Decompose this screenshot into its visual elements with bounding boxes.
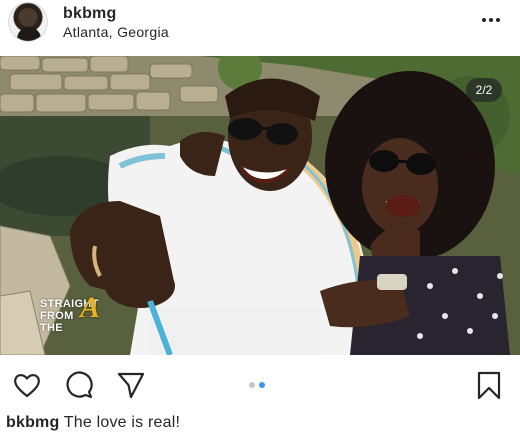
carousel-dot-2[interactable] — [259, 382, 265, 388]
caption-text: The love is real! — [59, 414, 181, 431]
post-image[interactable]: 2/2 STRAIGHT FROM THE A — [0, 56, 520, 355]
post-actions — [0, 360, 520, 410]
post-caption: bkbmg The love is real! — [6, 414, 180, 432]
avatar[interactable] — [8, 2, 48, 42]
image-counter-badge: 2/2 — [466, 78, 502, 102]
post-location[interactable]: Atlanta, Georgia — [63, 24, 169, 40]
watermark-logo: A — [80, 291, 101, 324]
bookmark-icon[interactable] — [474, 370, 504, 400]
carousel-indicator — [249, 382, 265, 388]
paper-plane-icon[interactable] — [116, 370, 146, 400]
post-header: bkbmg Atlanta, Georgia — [0, 0, 520, 56]
comment-icon[interactable] — [64, 370, 94, 400]
caption-username[interactable]: bkbmg — [6, 414, 59, 431]
heart-icon[interactable] — [12, 370, 42, 400]
carousel-dot-1[interactable] — [249, 382, 255, 388]
watermark: STRAIGHT FROM THE A — [40, 291, 101, 335]
more-options-icon[interactable] — [480, 10, 502, 30]
post-username[interactable]: bkbmg — [63, 5, 116, 23]
